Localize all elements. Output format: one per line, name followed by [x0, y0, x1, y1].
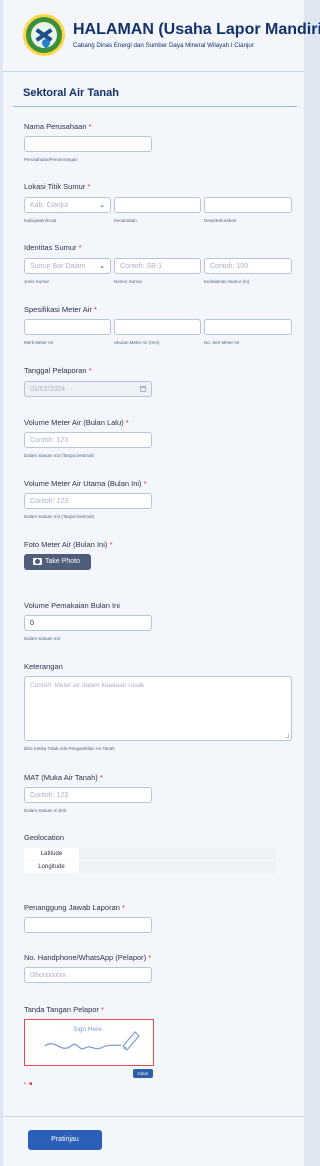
signature-clear-button[interactable]: Clear [133, 1069, 153, 1078]
section-divider [13, 106, 297, 107]
volume-lalu-help: Dalam Satuan m3 (Tanpa Desimal) [24, 453, 95, 458]
handphone-label: No. Handphone/WhatsApp (Pelapor) * [24, 953, 152, 962]
penanggung-input[interactable] [24, 917, 152, 933]
pemakaian-help: Dalam Satuan m3 [24, 636, 61, 641]
jenis-sumur-help: Jenis Sumur [24, 279, 50, 284]
geolocation-table: Latitude Longitude [24, 848, 276, 874]
section-title: Sektoral Air Tanah [23, 87, 119, 99]
resize-handle-icon[interactable] [285, 734, 289, 738]
latitude-row: Latitude [24, 848, 276, 860]
keterangan-help: Diisi Ketika Tidak Ada Pengambilan Air T… [24, 746, 115, 751]
header-subtitle: Cabang Dinas Energi dan Sumber Daya Mine… [73, 42, 254, 49]
spesifikasi-label: Spesifikasi Meter Air * [24, 305, 97, 314]
tanggal-input[interactable]: 01/02/2024 [24, 381, 152, 397]
volume-ini-label: Volume Meter Air Utama (Bulan Ini) * [24, 479, 147, 488]
tanda-tangan-label: Tanda Tangan Pelapor * [24, 1005, 104, 1014]
kabupaten-select[interactable]: Kab. Cianjur ⌄ [24, 197, 111, 213]
volume-lalu-input[interactable]: Contoh: 123 [24, 432, 152, 448]
signature-scribble-icon [44, 1031, 140, 1051]
nama-perusahaan-label: Nama Perusahaan * [24, 122, 92, 131]
geolocation-label: Geolocation [24, 833, 65, 842]
jenis-sumur-select[interactable]: Sumur Bor Dalam ⌄ [24, 258, 111, 274]
kabupaten-help: Kabupaten/Kota [24, 218, 57, 223]
handphone-input[interactable]: 08xxxxxxxx [24, 967, 152, 983]
kecamatan-help: Kecamatan [114, 218, 137, 223]
pemakaian-label: Volume Pemakaian Bulan Ini [24, 601, 120, 610]
form-page: HALAMAN (Usaha Lapor Mandiri) Cabang Din… [3, 0, 320, 1166]
volume-ini-input[interactable]: Contoh: 123 [24, 493, 152, 509]
nomor-sumur-help: Nomor Sumur [114, 279, 143, 284]
take-photo-label: Take Photo [45, 558, 81, 565]
calendar-icon [140, 386, 146, 392]
longitude-row: Longitude [24, 861, 276, 873]
footer-divider [3, 1116, 304, 1117]
mat-label: MAT (Muka Air Tanah) * [24, 773, 103, 782]
latitude-label: Latitude [24, 848, 79, 860]
kedalaman-sumur-input[interactable]: Contoh: 100 [204, 258, 292, 274]
longitude-label: Longitude [24, 861, 79, 873]
volume-lalu-label: Volume Meter Air (Bulan Lalu) * [24, 418, 129, 427]
desa-help: Desa/Kelurahan [204, 218, 237, 223]
kecamatan-input[interactable] [114, 197, 201, 213]
nama-perusahaan-help: Perusahaan/Perseorangan [24, 157, 78, 162]
chevron-down-icon: ⌄ [99, 202, 105, 209]
mat-input[interactable]: Contoh: 123 [24, 787, 152, 803]
keterangan-label: Keterangan [24, 662, 63, 671]
esdm-logo [23, 14, 65, 56]
signature-pad[interactable]: Sign Here [24, 1019, 154, 1066]
seri-meter-input[interactable] [204, 319, 292, 335]
nama-perusahaan-input[interactable] [24, 136, 152, 152]
identitas-label: Identitas Sumur * [24, 243, 82, 252]
penanggung-label: Penanggung Jawab Laporan * [24, 903, 125, 912]
header-title: HALAMAN (Usaha Lapor Mandiri) [73, 21, 320, 38]
foto-label: Foto Meter Air (Bulan Ini) * [24, 540, 113, 549]
merk-meter-input[interactable] [24, 319, 111, 335]
nomor-sumur-input[interactable]: Contoh: SB-1 [114, 258, 201, 274]
keterangan-textarea[interactable]: Contoh: Meter air dalam keadaan rusak [24, 676, 292, 741]
camera-icon [33, 558, 42, 565]
mat-help: Dalam Satuan m bmt [24, 808, 67, 813]
pratinjau-button[interactable]: Pratinjau [28, 1130, 102, 1150]
volume-ini-help: Dalam Satuan m3 (Tanpa Desimal) [24, 514, 95, 519]
kedalaman-sumur-help: Kedalaman Sumur (m) [204, 279, 250, 284]
form-header: HALAMAN (Usaha Lapor Mandiri) Cabang Din… [3, 0, 320, 72]
ukuran-meter-help: Ukuran Meter Air (mm) [114, 340, 160, 345]
seri-meter-help: No. Seri Meter Air [204, 340, 240, 345]
desa-input[interactable] [204, 197, 292, 213]
longitude-value [79, 861, 276, 873]
lokasi-label: Lokasi Titik Sumur * [24, 182, 91, 191]
signature-flag-icon: • ■ [24, 1081, 34, 1087]
tanggal-label: Tanggal Pelaporan * [24, 366, 92, 375]
chevron-down-icon: ⌄ [99, 263, 105, 270]
pemakaian-input[interactable]: 0 [24, 615, 152, 631]
merk-meter-help: Merk Meter Air [24, 340, 54, 345]
latitude-value [79, 848, 276, 860]
take-photo-button[interactable]: Take Photo [24, 554, 91, 570]
ukuran-meter-input[interactable] [114, 319, 201, 335]
